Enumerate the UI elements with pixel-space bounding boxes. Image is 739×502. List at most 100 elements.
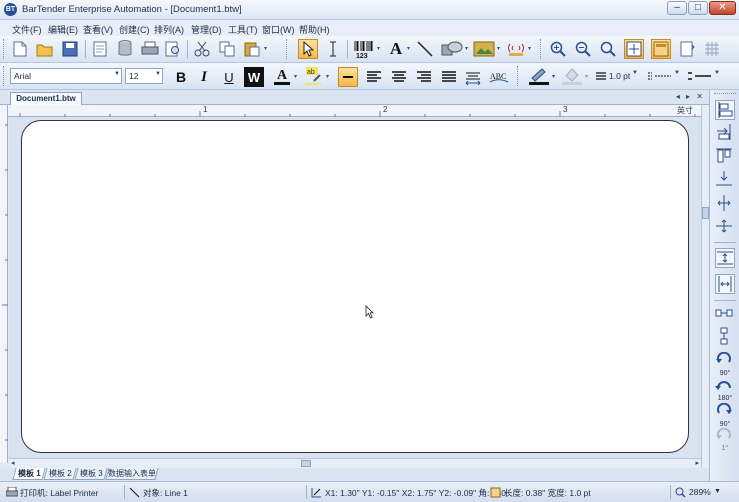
save-icon[interactable]: [60, 39, 80, 59]
align-none-icon[interactable]: [338, 67, 358, 87]
tab-template-2[interactable]: 模板 2: [43, 468, 77, 480]
distribute-vertically-icon[interactable]: [715, 248, 735, 268]
toolbar-grip[interactable]: [3, 66, 6, 86]
menu-help[interactable]: 帮助(H): [299, 23, 330, 36]
menu-edit[interactable]: 编辑(E): [48, 23, 78, 36]
close-button[interactable]: ✕: [709, 1, 736, 15]
toolbar-grip[interactable]: [286, 39, 289, 59]
horizontal-scrollbar[interactable]: ◂ ▸: [9, 458, 701, 468]
line-style-select[interactable]: ▼: [645, 68, 681, 84]
design-canvas[interactable]: [9, 117, 701, 458]
fill-color-icon[interactable]: [560, 66, 584, 86]
tab-template-3[interactable]: 模板 3: [74, 468, 108, 480]
align-bottom-edges-icon[interactable]: [715, 169, 735, 189]
paste-dropdown-icon[interactable]: ▾: [264, 39, 270, 59]
tab-data-entry-form[interactable]: 数据输入表单: [105, 468, 159, 480]
distribute-horizontally-icon[interactable]: [715, 274, 735, 294]
status-zoom[interactable]: 289%: [689, 487, 711, 497]
shape-dropdown-icon[interactable]: ▾: [465, 39, 471, 59]
text-width-icon[interactable]: [463, 67, 483, 87]
rotate-90-icon[interactable]: [715, 352, 735, 372]
same-width-icon[interactable]: [715, 304, 735, 324]
scroll-left-icon[interactable]: ◂: [11, 459, 15, 467]
grid-icon[interactable]: [702, 39, 722, 59]
toolbar-grip[interactable]: [714, 93, 736, 96]
center-horizontally-icon[interactable]: [715, 194, 735, 214]
align-justify-icon[interactable]: [439, 67, 459, 87]
text-tool-icon[interactable]: A: [386, 39, 406, 59]
align-center-icon[interactable]: [389, 67, 409, 87]
zoom-fit-icon[interactable]: [624, 39, 644, 59]
bold-icon[interactable]: B: [171, 67, 191, 87]
underline-icon[interactable]: U: [219, 67, 239, 87]
rotate-counterclockwise-90-icon[interactable]: [715, 403, 735, 423]
picture-dropdown-icon[interactable]: ▾: [497, 39, 503, 59]
font-color-icon[interactable]: A: [272, 66, 292, 86]
shape-tool-icon[interactable]: [440, 39, 464, 59]
vertical-scrollbar[interactable]: [701, 105, 709, 468]
align-left-edges-icon[interactable]: [715, 100, 735, 120]
highlight-color-icon[interactable]: ab: [304, 66, 324, 86]
menu-tools[interactable]: 工具(T): [228, 23, 258, 36]
print-icon[interactable]: [140, 39, 160, 59]
text-on-path-icon[interactable]: ABC: [488, 67, 510, 87]
menu-create[interactable]: 创建(C): [119, 23, 150, 36]
scroll-right-icon[interactable]: ▸: [695, 459, 699, 467]
toolbar-grip[interactable]: [3, 39, 6, 59]
print-preview-icon[interactable]: [163, 39, 183, 59]
text-cursor-icon[interactable]: [323, 39, 343, 59]
new-document-icon[interactable]: [10, 39, 30, 59]
zoom-out-icon[interactable]: [573, 39, 593, 59]
zoom-custom-icon[interactable]: [598, 39, 618, 59]
menu-window[interactable]: 窗口(W): [262, 23, 295, 36]
font-name-select[interactable]: Arial ▼: [10, 68, 122, 84]
picture-tool-icon[interactable]: [472, 39, 496, 59]
italic-icon[interactable]: I: [194, 67, 214, 87]
maximize-button[interactable]: □: [688, 1, 708, 15]
align-top-edges-icon[interactable]: [715, 146, 735, 166]
tab-document1[interactable]: Document1.btw: [10, 92, 82, 105]
center-vertically-icon[interactable]: [715, 217, 735, 237]
select-pointer-icon[interactable]: [298, 39, 318, 59]
page-setup-icon[interactable]: [90, 39, 110, 59]
barcode-dropdown-icon[interactable]: ▾: [377, 39, 383, 59]
menu-arrange[interactable]: 排列(A): [154, 23, 184, 36]
line-color-dropdown-icon[interactable]: ▾: [552, 67, 558, 87]
database-icon[interactable]: [115, 39, 135, 59]
align-right-edges-icon[interactable]: [715, 123, 735, 143]
vertical-scroll-thumb[interactable]: [702, 207, 709, 219]
text-tool-dropdown-icon[interactable]: ▾: [407, 39, 413, 59]
font-color-dropdown-icon[interactable]: ▾: [294, 67, 300, 87]
line-color-icon[interactable]: [527, 66, 551, 86]
paste-icon[interactable]: [242, 39, 262, 59]
line-width-select[interactable]: 1.0 pt ▼: [593, 68, 639, 84]
rfid-dropdown-icon[interactable]: ▾: [528, 39, 534, 59]
minimize-button[interactable]: –: [667, 1, 687, 15]
reverse-text-icon[interactable]: W: [244, 67, 264, 87]
rfid-tool-icon[interactable]: [505, 39, 527, 59]
tab-template-1[interactable]: 模板 1: [12, 468, 46, 480]
tab-navigation-controls[interactable]: ◂ ▸ ✕: [676, 92, 705, 101]
toolbar-grip[interactable]: [517, 66, 520, 86]
menu-file[interactable]: 文件(F): [12, 23, 42, 36]
align-right-icon[interactable]: [414, 67, 434, 87]
zoom-dropdown-icon[interactable]: ▼: [714, 488, 721, 495]
fill-color-dropdown-icon[interactable]: ▾: [585, 67, 591, 87]
same-height-icon[interactable]: [715, 327, 735, 347]
align-left-icon[interactable]: [364, 67, 384, 87]
bartender-app-icon[interactable]: BT: [4, 3, 17, 16]
toolbar-grip[interactable]: [540, 39, 543, 59]
line-tool-icon[interactable]: [415, 39, 435, 59]
page-layout-icon[interactable]: [677, 39, 697, 59]
menu-manage[interactable]: 管理(D): [191, 23, 222, 36]
menu-view[interactable]: 查看(V): [83, 23, 113, 36]
open-folder-icon[interactable]: [35, 39, 55, 59]
ruler-unit[interactable]: 英寸: [677, 105, 693, 116]
label-template[interactable]: [21, 120, 689, 453]
highlight-dropdown-icon[interactable]: ▾: [326, 67, 332, 87]
status-printer[interactable]: 打印机: Label Printer: [20, 487, 98, 499]
cut-icon[interactable]: [192, 39, 212, 59]
font-size-select[interactable]: 12 ▼: [125, 68, 163, 84]
template-view-icon[interactable]: [651, 39, 671, 59]
zoom-in-icon[interactable]: [548, 39, 568, 59]
